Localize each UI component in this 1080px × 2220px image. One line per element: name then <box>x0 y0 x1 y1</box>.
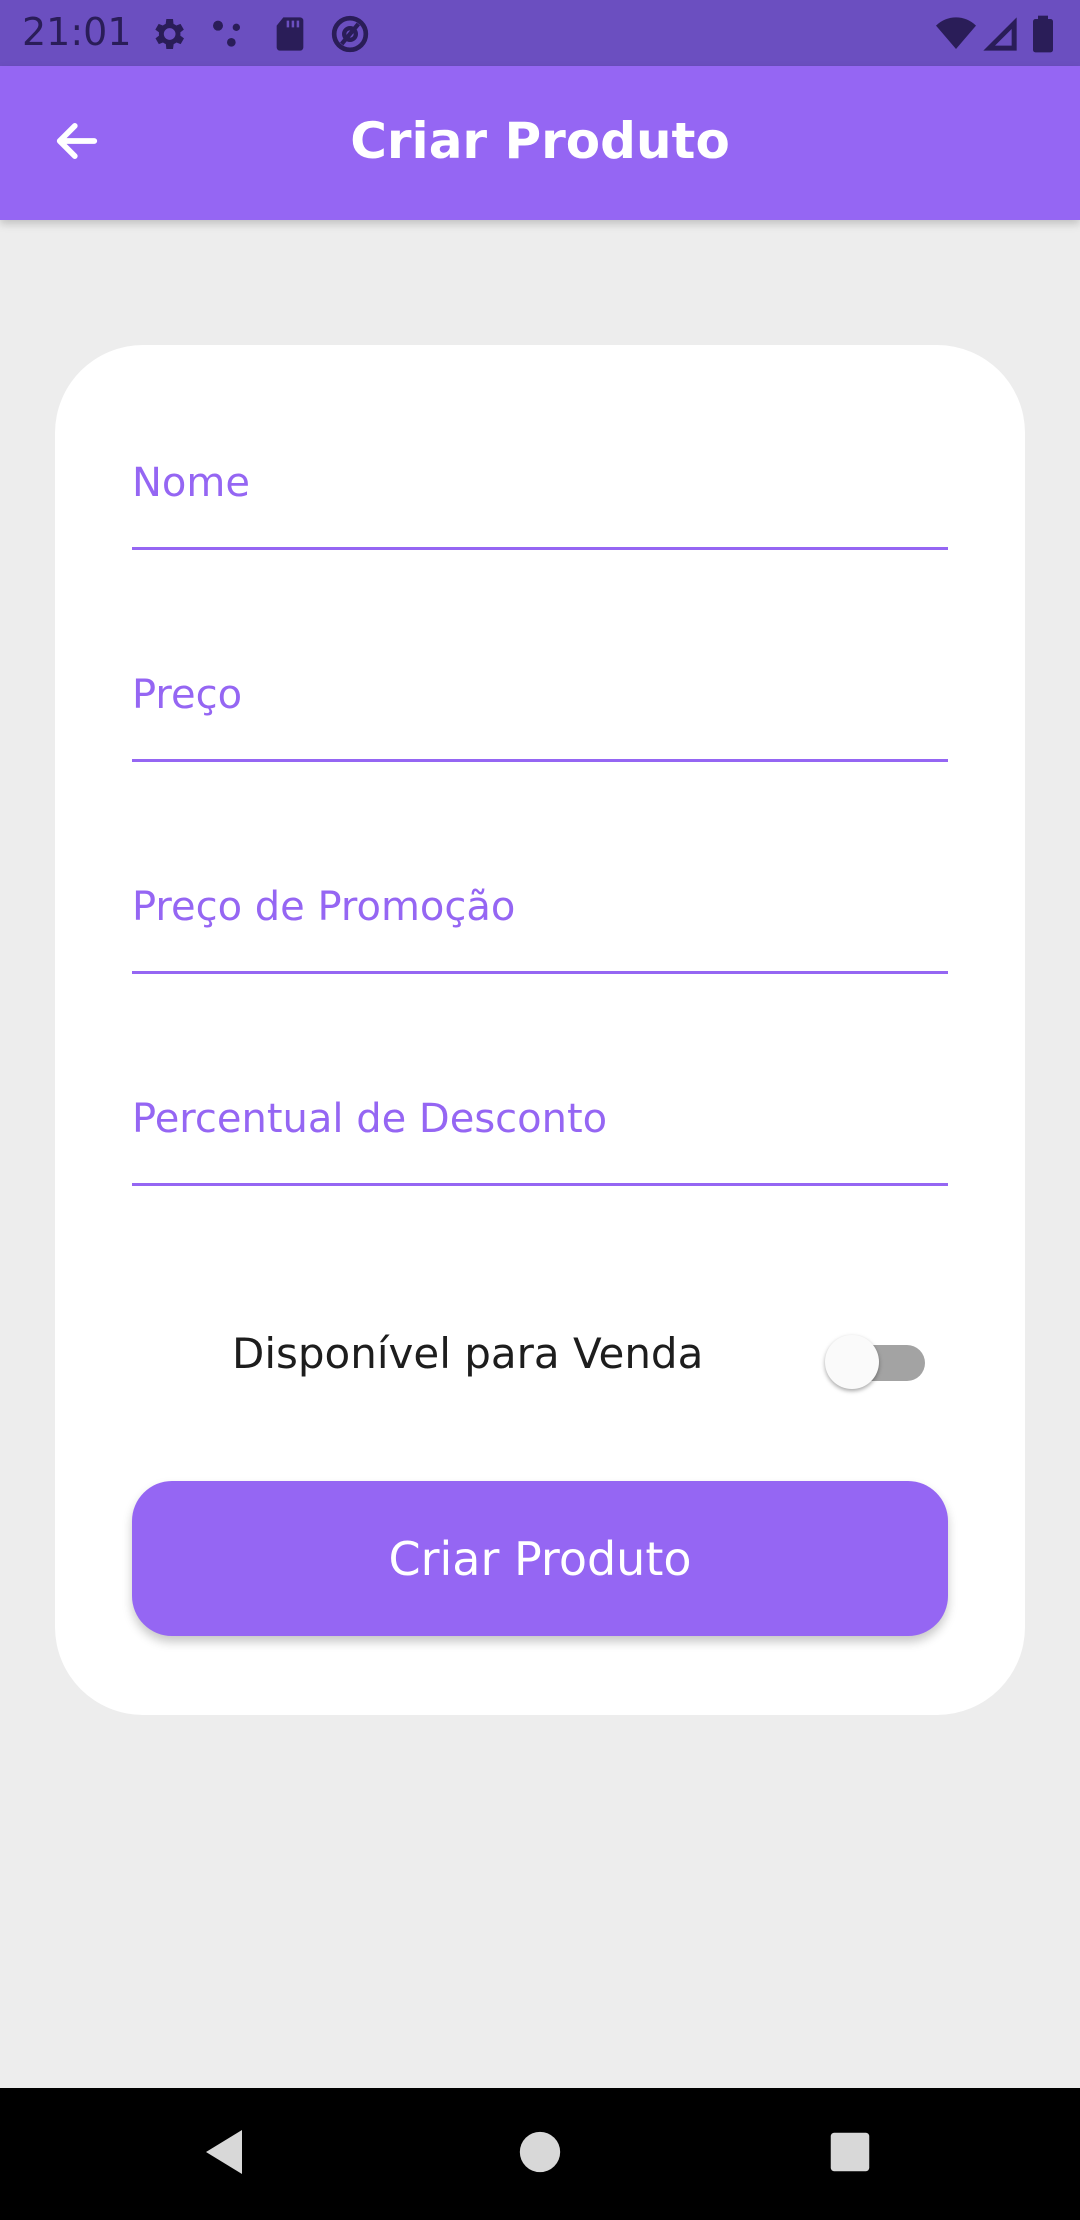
home-circle-icon <box>518 2130 562 2179</box>
nav-back-button[interactable] <box>196 2124 256 2184</box>
at-sign-icon <box>330 14 370 54</box>
promo-price-input[interactable] <box>132 905 948 965</box>
signal-icon <box>980 14 1020 54</box>
nav-home-button[interactable] <box>510 2124 570 2184</box>
app-bar: Criar Produto <box>0 66 1080 220</box>
price-field[interactable]: Preço <box>132 642 948 762</box>
discount-field[interactable]: Percentual de Desconto <box>132 1066 948 1186</box>
back-triangle-icon <box>202 2126 250 2183</box>
promo-price-field[interactable]: Preço de Promoção <box>132 854 948 974</box>
discount-input[interactable] <box>132 1117 948 1177</box>
name-input[interactable] <box>132 481 948 541</box>
sd-card-icon <box>270 14 310 54</box>
nav-recents-button[interactable] <box>820 2124 880 2184</box>
status-time: 21:01 <box>22 10 132 54</box>
create-product-button[interactable]: Criar Produto <box>132 1481 948 1636</box>
available-switch[interactable] <box>825 1335 925 1389</box>
page-title: Criar Produto <box>350 112 730 170</box>
available-toggle-label: Disponível para Venda <box>232 1329 704 1378</box>
wifi-icon <box>936 14 976 54</box>
gear-icon <box>148 14 188 54</box>
system-nav-bar <box>0 2088 1080 2220</box>
battery-icon <box>1028 14 1058 54</box>
form-card: Nome Preço Preço de Promoção Percentual … <box>55 345 1025 1715</box>
status-bar: 21:01 <box>0 0 1080 66</box>
switch-thumb <box>825 1335 879 1389</box>
name-field[interactable]: Nome <box>132 430 948 550</box>
dots-icon <box>208 14 248 54</box>
price-input[interactable] <box>132 693 948 753</box>
available-toggle-row: Disponível para Venda <box>132 1305 948 1405</box>
recents-square-icon <box>829 2131 871 2178</box>
screen: 21:01 Criar Produto Nome Preço Preço de … <box>0 0 1080 2220</box>
